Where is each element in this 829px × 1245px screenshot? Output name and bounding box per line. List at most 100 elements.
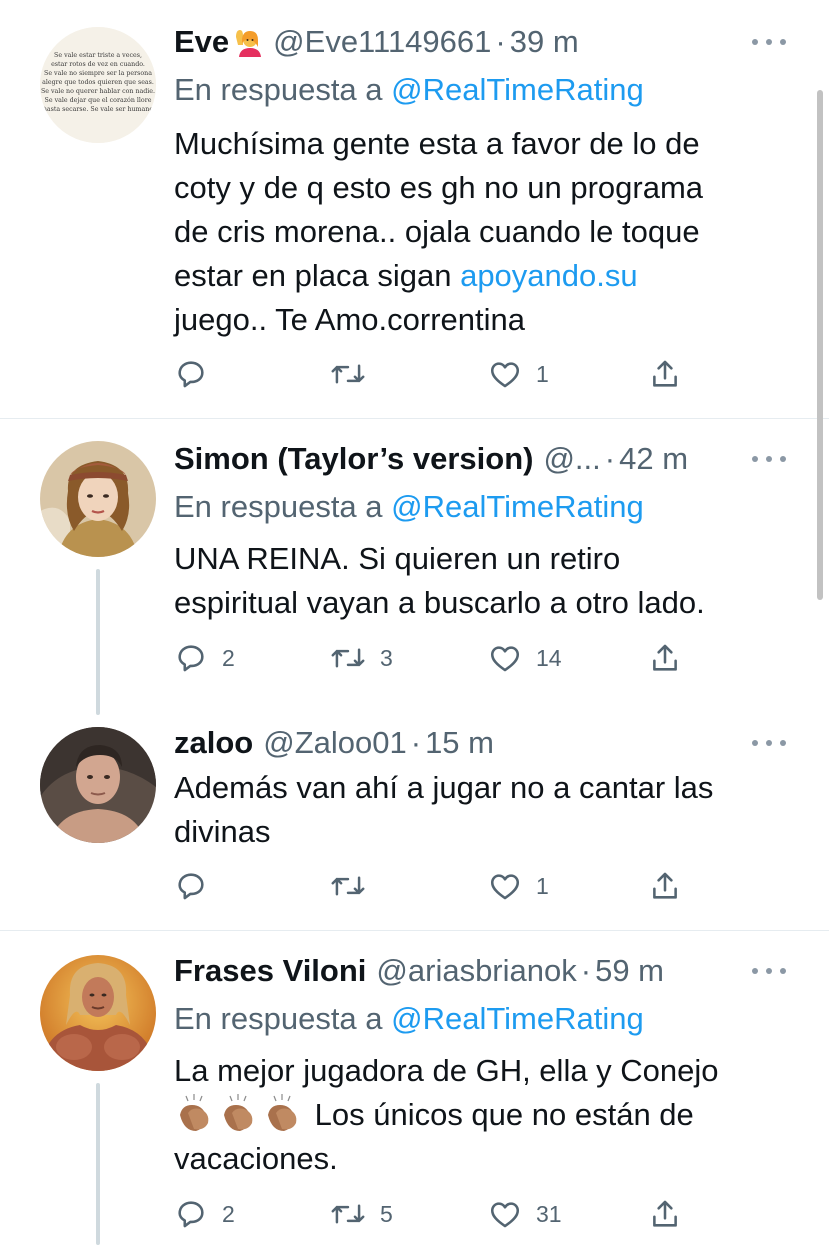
- tweet-text-line: La mejor jugadora de GH, ella y Conejo: [174, 1053, 719, 1088]
- user-handle[interactable]: @ariasbrianok: [376, 953, 576, 989]
- reply-button[interactable]: 2: [174, 640, 235, 676]
- tweet-text-line: de cris morena.. ojala cuando le toque: [174, 214, 700, 249]
- reply-prefix: En respuesta a: [174, 1001, 392, 1036]
- heart-icon: [490, 646, 520, 672]
- more-icon: [752, 968, 758, 974]
- avatar-image: [40, 727, 156, 843]
- reply-icon: [178, 873, 204, 900]
- like-button[interactable]: 1: [488, 356, 549, 392]
- tweet-text-line: divinas: [174, 814, 271, 849]
- retweet-count: 5: [380, 1200, 393, 1227]
- retweet-count: 3: [380, 644, 393, 671]
- tweet-text: La mejor jugadora de GH, ella y Conejo L…: [174, 1049, 794, 1181]
- tweet-text-line: Los únicos que no están de: [174, 1093, 794, 1137]
- tweet-actions: 1: [174, 356, 694, 392]
- tweet-frases-viloni[interactable]: Frases Viloni @ariasbrianok · 59 m En re…: [0, 931, 829, 1245]
- display-name[interactable]: zaloo: [174, 725, 253, 761]
- display-name[interactable]: Simon (Taylor’s version): [174, 441, 533, 477]
- thread-line: [96, 569, 100, 715]
- like-count: 1: [536, 872, 549, 899]
- like-count: 31: [536, 1200, 562, 1227]
- user-handle[interactable]: @Zaloo01: [263, 725, 407, 761]
- reply-context: En respuesta a @RealTimeRating: [174, 1001, 644, 1037]
- like-count: 14: [536, 644, 562, 671]
- reply-button[interactable]: [174, 356, 222, 392]
- scrollbar[interactable]: [817, 90, 823, 600]
- tweet-link[interactable]: apoyando.su: [460, 258, 638, 293]
- retweet-icon: [331, 1204, 365, 1224]
- reply-mention-link[interactable]: @RealTimeRating: [391, 489, 644, 524]
- person-raising-hand-emoji-icon: [236, 30, 262, 57]
- tweet-text: Muchísima gente esta a favor de lo de co…: [174, 122, 794, 342]
- tweet-header: zaloo @Zaloo01 · 15 m: [174, 723, 494, 763]
- share-button[interactable]: [648, 356, 682, 392]
- reply-button[interactable]: 2: [174, 1196, 235, 1232]
- avatar[interactable]: Se vale estar triste a veces, estar roto…: [40, 27, 156, 143]
- separator-dot: ·: [580, 953, 592, 988]
- tweet-text-line: vacaciones.: [174, 1141, 338, 1176]
- tweet-text-line: coty y de q esto es gh no un programa: [174, 170, 704, 205]
- more-options-button[interactable]: [752, 36, 786, 48]
- tweet-eve[interactable]: Se vale estar triste a veces, estar roto…: [0, 0, 829, 418]
- clapping-hands-emoji-icon: [180, 1094, 209, 1131]
- avatar-text-line: Se vale no siempre ser la persona: [44, 70, 152, 77]
- timestamp[interactable]: 15 m: [425, 725, 494, 761]
- more-options-button[interactable]: [752, 737, 786, 749]
- avatar-text-line: Se vale no querer hablar con nadie.: [41, 88, 155, 95]
- share-button[interactable]: [648, 1196, 682, 1232]
- reply-count: 2: [222, 644, 235, 671]
- avatar[interactable]: [40, 727, 156, 843]
- tweet-simon[interactable]: Simon (Taylor’s version) @... · 42 m En …: [0, 419, 829, 725]
- timestamp[interactable]: 42 m: [619, 441, 688, 477]
- avatar-image: [40, 441, 156, 557]
- timestamp[interactable]: 39 m: [510, 24, 579, 60]
- tweet-text-line: estar en placa sigan apoyando.su: [174, 254, 794, 298]
- retweet-button[interactable]: [330, 868, 380, 904]
- like-button[interactable]: 1: [488, 868, 549, 904]
- retweet-icon: [331, 364, 365, 384]
- like-button[interactable]: 14: [488, 640, 562, 676]
- more-options-button[interactable]: [752, 453, 786, 465]
- tweet-header: Frases Viloni @ariasbrianok · 59 m: [174, 951, 664, 991]
- share-icon: [653, 872, 677, 899]
- like-button[interactable]: 31: [488, 1196, 562, 1232]
- tweet-text-segment: estar en placa sigan: [174, 258, 461, 293]
- retweet-button[interactable]: [330, 356, 380, 392]
- separator-dot: ·: [495, 24, 506, 59]
- tweet-text-segment: Los únicos que no están de: [306, 1097, 694, 1132]
- tweet-actions: 1: [174, 868, 694, 904]
- avatar-text-line: estar rotos de vez en cuando.: [51, 61, 145, 68]
- more-icon: [752, 456, 758, 462]
- tweet-actions: 2 5 31: [174, 1196, 694, 1232]
- avatar-text-line: hasta secarse. Se vale ser humano: [43, 106, 153, 113]
- avatar-text-line: alegre que todos quieren que seas.: [42, 79, 154, 86]
- tweet-text: Además van ahí a jugar no a cantar las d…: [174, 766, 794, 854]
- separator-dot: ·: [604, 441, 616, 476]
- user-handle[interactable]: @Eve11149661: [273, 24, 491, 60]
- retweet-icon: [331, 648, 365, 668]
- avatar[interactable]: [40, 955, 156, 1071]
- user-handle[interactable]: @...: [543, 441, 600, 477]
- tweet-text-line: UNA REINA. Si quieren un retiro: [174, 541, 621, 576]
- share-button[interactable]: [648, 868, 682, 904]
- avatar[interactable]: [40, 441, 156, 557]
- more-options-button[interactable]: [752, 965, 786, 977]
- reply-mention-link[interactable]: @RealTimeRating: [391, 1001, 644, 1036]
- tweet-zaloo[interactable]: zaloo @Zaloo01 · 15 m Además van ahí a j…: [0, 725, 829, 930]
- thread-line: [96, 1083, 100, 1245]
- share-button[interactable]: [648, 640, 682, 676]
- more-icon: [752, 740, 758, 746]
- reply-mention-link[interactable]: @RealTimeRating: [391, 72, 644, 107]
- reply-icon: [178, 1201, 204, 1228]
- clapping-hands-emoji-icon: [224, 1094, 253, 1131]
- timestamp[interactable]: 59 m: [595, 953, 664, 989]
- retweet-button[interactable]: 5: [330, 1196, 393, 1232]
- display-name[interactable]: Eve: [174, 24, 229, 60]
- separator-dot: ·: [410, 725, 422, 760]
- heart-icon: [490, 874, 520, 900]
- reply-icon: [178, 361, 204, 388]
- reply-button[interactable]: [174, 868, 222, 904]
- reply-count: 2: [222, 1200, 235, 1227]
- retweet-button[interactable]: 3: [330, 640, 393, 676]
- display-name[interactable]: Frases Viloni: [174, 953, 366, 989]
